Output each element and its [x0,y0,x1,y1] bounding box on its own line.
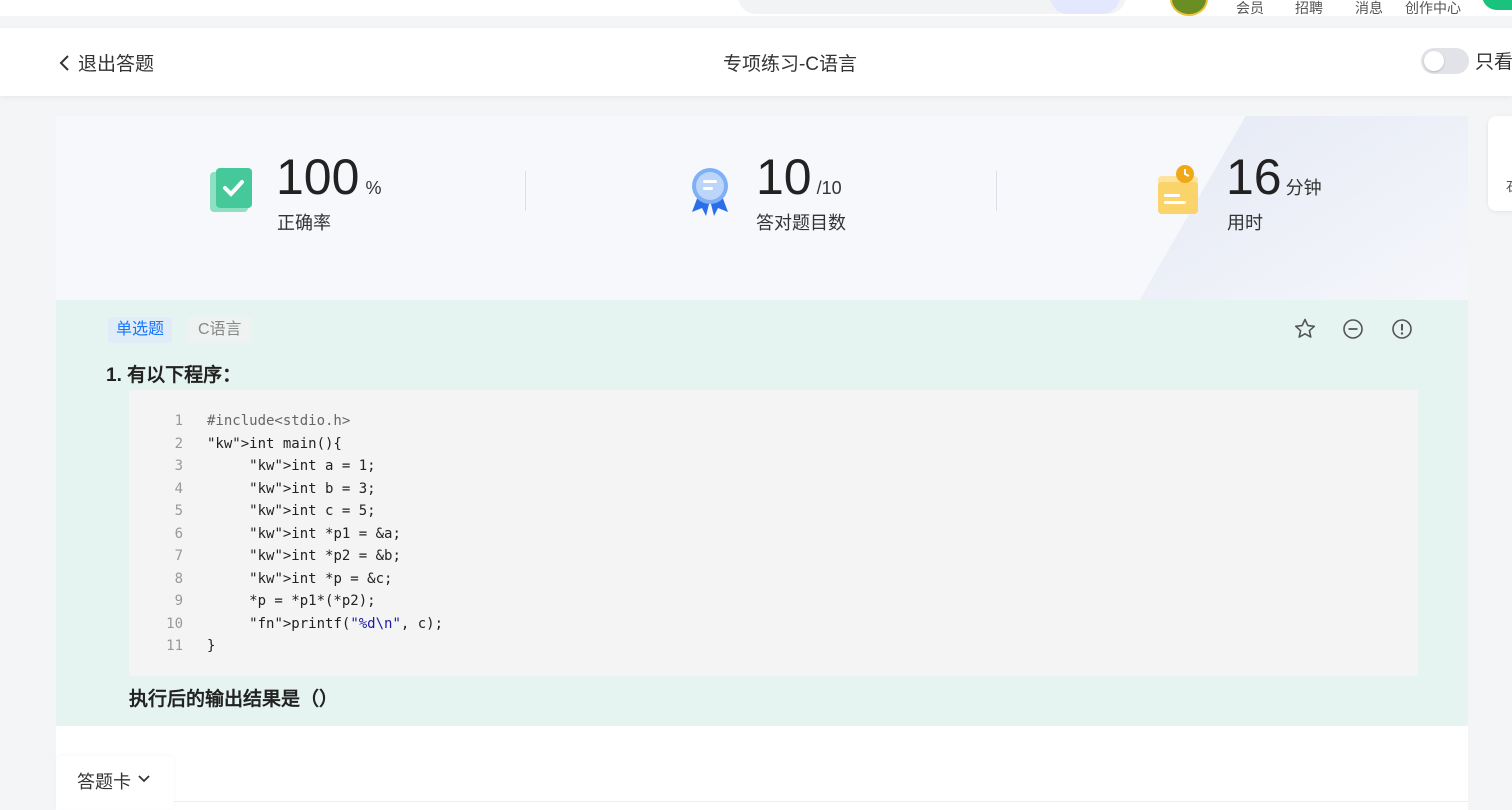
code-line: 1 #include<stdio.h> [129,410,1418,433]
code-text: } [207,638,216,654]
only-show-toggle-group: 只看 [1421,47,1512,74]
code-text: "kw">int *p2 = &b; [249,548,401,564]
correct-count-value: 10/10 [756,149,842,205]
accuracy-book-icon [210,168,252,212]
line-number: 3 [174,458,183,474]
answer-card-tab[interactable]: 答题卡 [56,756,174,809]
code-text: "kw">int main(){ [207,435,342,452]
search-button[interactable] [1050,0,1120,14]
line-number: 5 [174,503,183,519]
star-icon[interactable] [1293,317,1317,341]
code-lines: 1 #include<stdio.h> 2 "kw">int main(){ 3 "kw… [129,410,1418,658]
code-text: "kw">int b = 3; [249,480,376,497]
code-text: "kw">int *p1 = &a; [249,525,401,542]
top-nav: 会员 招聘 消息 创作中心 [0,0,1512,16]
divider [996,171,997,211]
line-number: 8 [174,570,183,587]
code-line: 7 "kw">int *p2 = &b; [129,545,1418,568]
nav-item-creator-center[interactable]: 创作中心 [1405,0,1461,16]
line-number: 6 [174,525,183,542]
code-block: 1 #include<stdio.h> 2 "kw">int main(){ 3 "kw… [129,390,1418,676]
medal-icon [692,168,728,216]
code-text: *p = *p1*(*p2); [207,593,376,609]
code-line: 9 *p = *p1*(*p2); [129,590,1418,613]
code-text: "kw">int c = 5; [249,503,376,519]
line-number: 1 [174,413,183,429]
code-line: 2 "kw">int main(){ [129,433,1418,456]
line-number: 7 [174,548,183,564]
line-number: 4 [174,480,183,497]
line-number: 2 [174,435,183,452]
timer-folder-icon [1158,165,1198,214]
answer-area [56,726,1468,801]
answer-card-label: 答题卡 [77,772,131,792]
code-line: 6 "kw">int *p1 = &a; [129,523,1418,546]
code-text: "kw">int a = 1; [249,458,376,474]
side-card-label: 石 [1506,176,1512,195]
publish-button[interactable] [1482,0,1512,10]
code-text: "fn">printf("%d\n", c); [249,615,444,632]
line-number: 10 [166,615,183,632]
code-line: 11} [129,635,1418,658]
code-line: 4 "kw">int b = 3; [129,478,1418,501]
code-text: #include<stdio.h> [207,413,351,429]
subject-tag: C语言 [188,317,252,343]
only-show-toggle[interactable] [1421,47,1469,74]
question-prompt: 执行后的输出结果是（） [129,689,339,710]
question-block: 单选题 C语言 1. 有以下程序： 1 #include<stdio.h> 2 "kw… [56,300,1468,726]
nav-item-messages[interactable]: 消息 [1355,0,1383,16]
page-title: 专项练习-C语言 [722,54,858,75]
nav-item-jobs[interactable]: 招聘 [1295,0,1323,16]
minus-circle-icon[interactable] [1341,317,1365,341]
divider [525,171,526,211]
avatar[interactable] [1170,0,1208,16]
side-floating-card[interactable]: 石 [1488,116,1512,211]
code-text: "kw">int *p = &c; [249,570,393,587]
code-line: 5 "kw">int c = 5; [129,500,1418,523]
toggle-knob [1424,50,1444,71]
time-value: 16 分钟 [1226,149,1322,205]
result-stats-panel: 100% 正确率 10/10 答对题目数 16 分钟 用时 [56,116,1468,300]
info-circle-icon[interactable] [1390,317,1414,341]
accuracy-value: 100% [276,149,382,205]
toggle-label: 只看 [1475,52,1512,73]
nav-item-member[interactable]: 会员 [1236,0,1264,16]
accuracy-label: 正确率 [277,213,331,233]
line-number: 9 [174,593,183,609]
code-line: 8 "kw">int *p = &c; [129,568,1418,591]
code-line: 10 "fn">printf("%d\n", c); [129,613,1418,636]
correct-count-label: 答对题目数 [756,213,846,233]
line-number: 11 [166,638,183,654]
chevron-down-icon [138,775,150,783]
question-title: 1. 有以下程序： [106,365,242,386]
question-type-tag: 单选题 [108,317,173,343]
practice-header: 退出答题 专项练习-C语言 只看 [0,28,1512,96]
code-line: 3 "kw">int a = 1; [129,455,1418,478]
time-label: 用时 [1227,213,1263,233]
